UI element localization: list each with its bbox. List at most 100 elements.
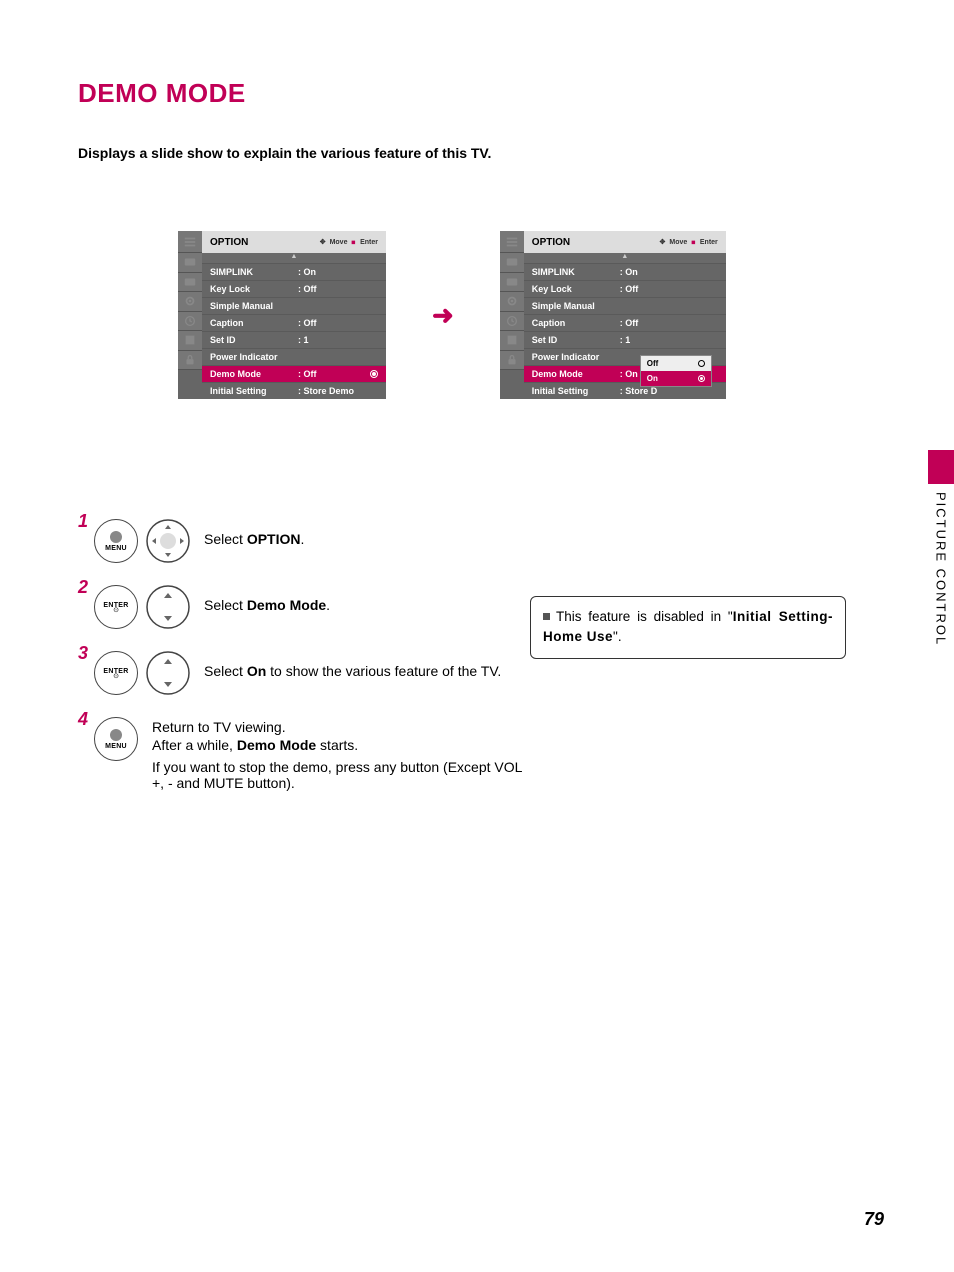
scroll-up-icon: ▲ bbox=[202, 253, 386, 263]
osd-item-value: : 1 bbox=[620, 335, 718, 345]
section-tab-accent bbox=[928, 450, 954, 484]
category-icon bbox=[500, 273, 524, 293]
dpad-4way-icon bbox=[146, 519, 190, 563]
text-bold: OPTION bbox=[247, 531, 301, 547]
clock-icon bbox=[500, 312, 524, 332]
enter-button-icon: ENTER ⊙ bbox=[94, 651, 138, 695]
osd-item: Key Lock: Off bbox=[524, 280, 726, 297]
menu-button-icon: MENU bbox=[94, 519, 138, 563]
osd-item: Simple Manual bbox=[202, 297, 386, 314]
osd-item-label: Key Lock bbox=[532, 284, 614, 294]
option-category-icon bbox=[178, 231, 202, 253]
osd-item-value: : On bbox=[620, 267, 718, 277]
osd-category-icons bbox=[500, 231, 524, 399]
osd-item-label: Power Indicator bbox=[532, 352, 614, 362]
radio-on-icon bbox=[698, 375, 705, 382]
osd-item: SIMPLINK : On bbox=[202, 263, 386, 280]
step-number: 2 bbox=[78, 577, 90, 598]
step-1: 1 MENU Select OPTION. bbox=[78, 519, 876, 563]
osd-item-label: Set ID bbox=[532, 335, 614, 345]
osd-hint-enter: Enter bbox=[360, 239, 378, 246]
osd-item-value: : Off bbox=[298, 369, 364, 379]
radio-on-icon bbox=[370, 370, 378, 378]
text: Select bbox=[204, 531, 247, 547]
osd-item-selected: Demo Mode : Off bbox=[202, 365, 386, 382]
text: to show the various feature of the TV. bbox=[266, 663, 501, 679]
page-subtitle: Displays a slide show to explain the var… bbox=[78, 145, 876, 161]
osd-item: Set ID : 1 bbox=[524, 331, 726, 348]
lock-icon bbox=[178, 351, 202, 371]
osd-item-label: Initial Setting bbox=[210, 386, 292, 396]
text-bold: Demo Mode bbox=[247, 597, 326, 613]
enter-icon: ◆ bbox=[350, 238, 358, 246]
step-4: 4 MENU Return to TV viewing. After a whi… bbox=[78, 717, 876, 791]
osd-popup: Off On bbox=[640, 355, 712, 387]
osd-hint: ✥Move ◆Enter bbox=[320, 238, 378, 246]
category-icon bbox=[178, 253, 202, 273]
osd-item-value: : On bbox=[298, 267, 378, 277]
osd-item: Simple Manual bbox=[524, 297, 726, 314]
text: Select bbox=[204, 597, 247, 613]
osd-item-value: : Off bbox=[298, 318, 378, 328]
osd-item: Set ID : 1 bbox=[202, 331, 386, 348]
popup-option-on: On bbox=[641, 371, 711, 386]
option-category-icon bbox=[500, 231, 524, 253]
category-icon bbox=[500, 253, 524, 273]
osd-item-label: Power Indicator bbox=[210, 352, 292, 362]
osd-item-label: Set ID bbox=[210, 335, 292, 345]
step-text: Select Demo Mode. bbox=[204, 585, 330, 613]
osd-category-icons bbox=[178, 231, 202, 399]
category-icon bbox=[500, 331, 524, 351]
osd-item-label: Simple Manual bbox=[532, 301, 614, 311]
osd-item-label: Caption bbox=[210, 318, 292, 328]
osd-item-label: SIMPLINK bbox=[210, 267, 292, 277]
category-icon bbox=[178, 273, 202, 293]
note-text: This feature is disabled in " bbox=[556, 609, 733, 624]
menu-button-icon: MENU bbox=[94, 717, 138, 761]
button-label: MENU bbox=[105, 743, 127, 750]
text: . bbox=[300, 531, 304, 547]
text: starts. bbox=[316, 737, 358, 753]
osd-header: OPTION ✥Move ◆Enter bbox=[202, 231, 386, 253]
osd-item: Power Indicator bbox=[202, 348, 386, 365]
button-label: MENU bbox=[105, 545, 127, 552]
lock-icon bbox=[500, 351, 524, 371]
scroll-up-icon: ▲ bbox=[524, 253, 726, 263]
dpad-updown-icon bbox=[146, 651, 190, 695]
text: Select bbox=[204, 663, 247, 679]
enter-button-icon: ENTER ⊙ bbox=[94, 585, 138, 629]
radio-icon bbox=[698, 360, 705, 367]
step-text: Select On to show the various feature of… bbox=[204, 651, 501, 679]
osd-item-label: Caption bbox=[532, 318, 614, 328]
osd-item: Caption: Off bbox=[524, 314, 726, 331]
step-text: Return to TV viewing. After a while, Dem… bbox=[152, 717, 532, 791]
osd-hint-enter: Enter bbox=[700, 239, 718, 246]
popup-option-off: Off bbox=[641, 356, 711, 371]
move-icon: ✥ bbox=[659, 238, 665, 246]
note-box: This feature is disabled in "Initial Set… bbox=[530, 596, 846, 659]
page-title: DEMO MODE bbox=[78, 78, 876, 109]
osd-panel-after: OPTION ✥Move ◆Enter ▲ SIMPLINK: On Key L… bbox=[500, 231, 726, 399]
osd-item-value: : 1 bbox=[298, 335, 378, 345]
osd-item: Caption : Off bbox=[202, 314, 386, 331]
osd-item-value: : Store Demo bbox=[298, 386, 378, 396]
osd-item: SIMPLINK: On bbox=[524, 263, 726, 280]
osd-item-label: Demo Mode bbox=[210, 369, 292, 379]
popup-option-label: Off bbox=[647, 359, 659, 368]
osd-header: OPTION ✥Move ◆Enter bbox=[524, 231, 726, 253]
enter-dot-icon: ⊙ bbox=[113, 609, 119, 613]
osd-header-title: OPTION bbox=[532, 237, 660, 248]
arrow-right-icon: ➜ bbox=[432, 300, 454, 331]
move-icon: ✥ bbox=[320, 238, 326, 246]
step-number: 1 bbox=[78, 511, 90, 532]
text: Return to TV viewing. bbox=[152, 719, 532, 735]
osd-item-value: : Store D bbox=[620, 386, 718, 396]
osd-header-title: OPTION bbox=[210, 237, 320, 248]
dpad-updown-icon bbox=[146, 585, 190, 629]
osd-panel-before: OPTION ✥Move ◆Enter ▲ SIMPLINK : On Key L… bbox=[178, 231, 386, 399]
text-bold: On bbox=[247, 663, 266, 679]
osd-item-label: Simple Manual bbox=[210, 301, 292, 311]
section-tab: PICTURE CONTROL bbox=[928, 450, 954, 650]
step-number: 3 bbox=[78, 643, 90, 664]
osd-item: Key Lock: Off bbox=[202, 280, 386, 297]
